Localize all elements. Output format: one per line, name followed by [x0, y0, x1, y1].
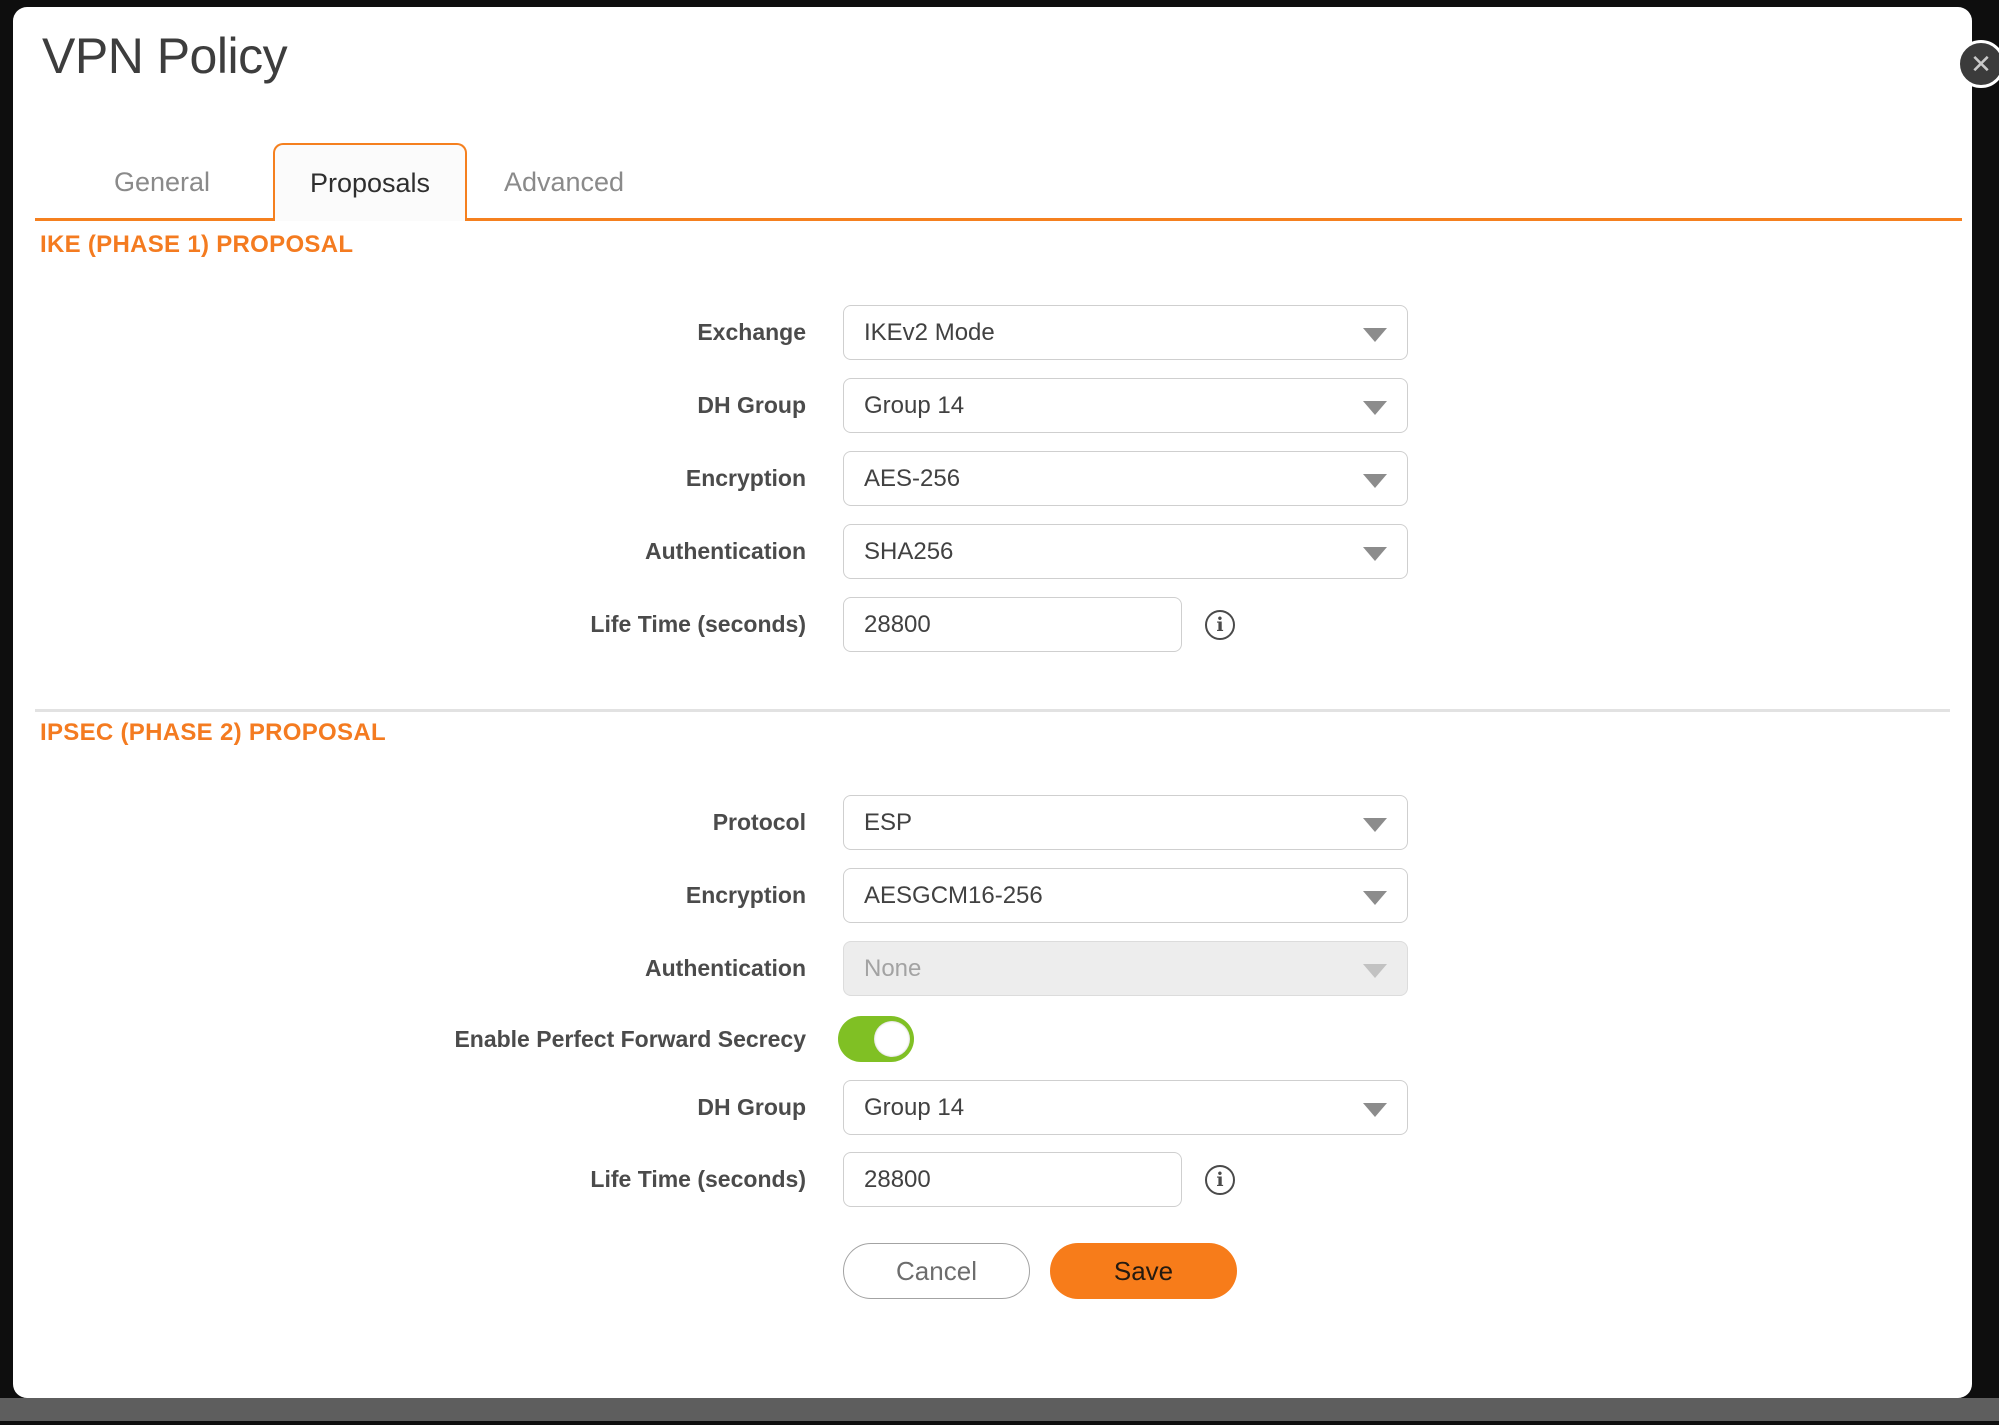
- chevron-down-icon: [1363, 964, 1387, 978]
- dh-group2-row: DH Group Group 14: [193, 1080, 1408, 1135]
- exchange-select[interactable]: IKEv2 Mode: [843, 305, 1408, 360]
- tab-advanced-label: Advanced: [504, 167, 624, 198]
- pfs-label: Enable Perfect Forward Secrecy: [193, 1026, 806, 1053]
- save-button[interactable]: Save: [1050, 1243, 1237, 1299]
- info-icon[interactable]: i: [1205, 610, 1235, 640]
- protocol-label: Protocol: [193, 809, 806, 836]
- encryption-value: AES-256: [864, 465, 960, 493]
- encryption2-row: Encryption AESGCM16-256: [193, 868, 1408, 923]
- cancel-button[interactable]: Cancel: [843, 1243, 1030, 1299]
- info-icon[interactable]: i: [1205, 1165, 1235, 1195]
- encryption-label: Encryption: [193, 465, 806, 492]
- dh-group-select[interactable]: Group 14: [843, 378, 1408, 433]
- close-icon: ✕: [1970, 51, 1992, 77]
- protocol-row: Protocol ESP: [193, 795, 1408, 850]
- encryption2-value: AESGCM16-256: [864, 882, 1043, 910]
- life-time-input[interactable]: [843, 597, 1182, 652]
- encryption2-select[interactable]: AESGCM16-256: [843, 868, 1408, 923]
- authentication-label: Authentication: [193, 538, 806, 565]
- cancel-button-label: Cancel: [896, 1256, 977, 1287]
- close-button[interactable]: ✕: [1957, 40, 1999, 88]
- tab-proposals-label: Proposals: [310, 168, 430, 199]
- vpn-policy-dialog: ✕ VPN Policy General Proposals Advanced …: [13, 7, 1972, 1398]
- chevron-down-icon: [1363, 1103, 1387, 1117]
- dialog-title: VPN Policy: [42, 27, 287, 85]
- pfs-row: Enable Perfect Forward Secrecy: [193, 1016, 914, 1062]
- life-time2-row: Life Time (seconds) i: [193, 1152, 1235, 1207]
- phase2-heading: IPSEC (PHASE 2) PROPOSAL: [40, 719, 386, 747]
- dh-group-label: DH Group: [193, 392, 806, 419]
- save-button-label: Save: [1114, 1256, 1173, 1287]
- dh-group2-label: DH Group: [193, 1094, 806, 1121]
- tab-general-label: General: [114, 167, 210, 198]
- authentication2-select-disabled: None: [843, 941, 1408, 996]
- tab-general[interactable]: General: [65, 143, 259, 221]
- life-time-row: Life Time (seconds) i: [193, 597, 1235, 652]
- exchange-value: IKEv2 Mode: [864, 319, 995, 347]
- life-time2-input[interactable]: [843, 1152, 1182, 1207]
- info-icon-glyph: i: [1216, 614, 1223, 636]
- section-divider: [35, 709, 1950, 712]
- chevron-down-icon: [1363, 401, 1387, 415]
- chevron-down-icon: [1363, 891, 1387, 905]
- authentication-value: SHA256: [864, 538, 953, 566]
- dh-group2-value: Group 14: [864, 1094, 964, 1122]
- authentication-select[interactable]: SHA256: [843, 524, 1408, 579]
- dh-group2-select[interactable]: Group 14: [843, 1080, 1408, 1135]
- encryption-select[interactable]: AES-256: [843, 451, 1408, 506]
- dh-group-row: DH Group Group 14: [193, 378, 1408, 433]
- info-icon-glyph: i: [1216, 1169, 1223, 1191]
- chevron-down-icon: [1363, 474, 1387, 488]
- life-time2-label: Life Time (seconds): [193, 1166, 806, 1193]
- dh-group-value: Group 14: [864, 392, 964, 420]
- protocol-value: ESP: [864, 809, 912, 837]
- protocol-select[interactable]: ESP: [843, 795, 1408, 850]
- page-background: ✕ VPN Policy General Proposals Advanced …: [0, 0, 1999, 1425]
- pfs-toggle-knob: [874, 1021, 910, 1057]
- chevron-down-icon: [1363, 818, 1387, 832]
- exchange-row: Exchange IKEv2 Mode: [193, 305, 1408, 360]
- pfs-toggle[interactable]: [838, 1016, 914, 1062]
- chevron-down-icon: [1363, 547, 1387, 561]
- phase1-heading: IKE (PHASE 1) PROPOSAL: [40, 231, 353, 259]
- tab-proposals[interactable]: Proposals: [273, 143, 467, 221]
- exchange-label: Exchange: [193, 319, 806, 346]
- authentication2-label: Authentication: [193, 955, 806, 982]
- page-bottom-strip: [0, 1398, 1999, 1421]
- life-time-label: Life Time (seconds): [193, 611, 806, 638]
- authentication2-row: Authentication None: [193, 941, 1408, 996]
- encryption-row: Encryption AES-256: [193, 451, 1408, 506]
- authentication2-value: None: [864, 955, 921, 983]
- chevron-down-icon: [1363, 328, 1387, 342]
- tab-advanced[interactable]: Advanced: [467, 143, 661, 221]
- authentication-row: Authentication SHA256: [193, 524, 1408, 579]
- encryption2-label: Encryption: [193, 882, 806, 909]
